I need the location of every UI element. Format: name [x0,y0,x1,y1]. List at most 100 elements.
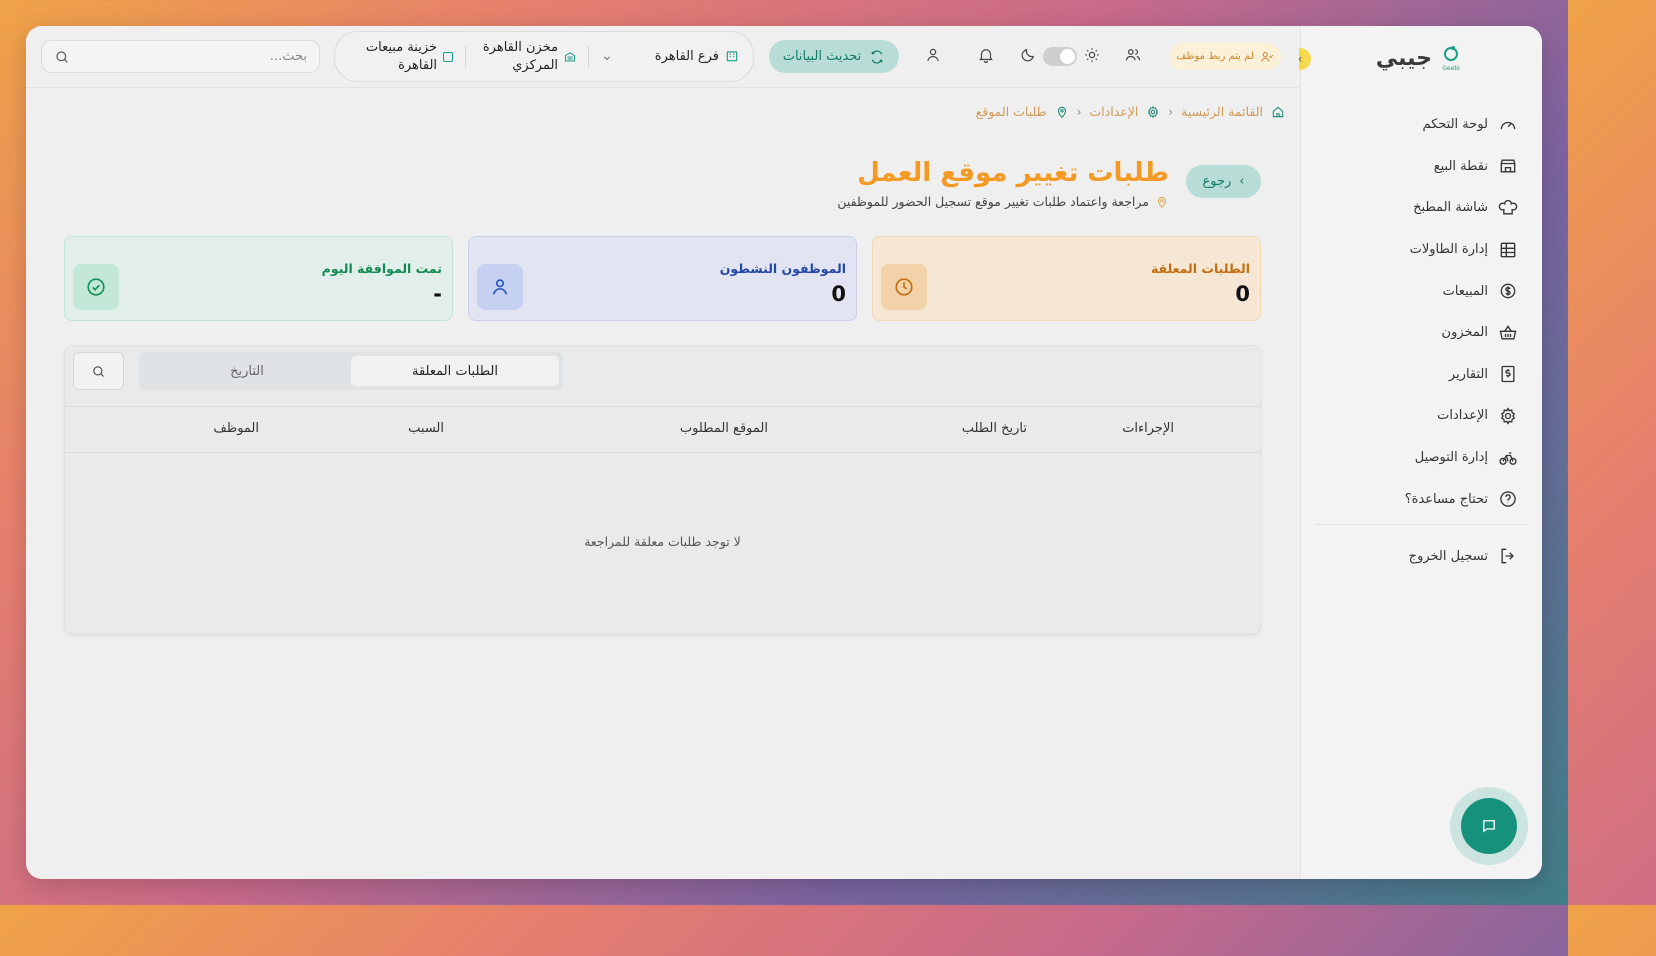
logout-button[interactable]: تسجيل الخروج [1409,546,1518,566]
tab-history[interactable]: التاريخ [143,356,351,386]
column-header-actions: الإجراءات [1122,421,1174,436]
chat-button[interactable] [1450,787,1528,865]
sidebar-item-help[interactable]: تحتاج مساعدة؟ [1318,478,1518,520]
logo-mark-icon: Geebi [1440,44,1462,72]
sidebar-item-dashboard[interactable]: لوحة التحكم [1318,104,1518,146]
user-check-icon [1261,51,1274,62]
chevron-right-icon: › [1239,174,1245,189]
refresh-data-button[interactable]: تحديث البيانات [769,40,899,73]
treasury-label: خزينة مبيعات القاهرة [365,39,438,73]
sidebar-item-label: إدارة الطاولات [1409,242,1488,258]
sidebar-item-label: المبيعات [1442,283,1488,299]
stat-card-pending: الطلبات المعلقة 0 [872,236,1261,321]
tab-pending-requests[interactable]: الطلبات المعلقة [351,356,559,386]
sidebar-item-reports[interactable]: التقارير [1318,354,1518,396]
context-selector: فرع القاهرة ⌄ مخزن القاهرة المركزي خزينة… [334,31,754,82]
chevron-left-icon: ‹ [1168,104,1174,119]
page-title: طلبات تغيير موقع العمل [857,158,1169,188]
column-header-requested-location: الموقع المطلوب [679,421,768,436]
panel-search-button[interactable] [73,352,124,390]
light-mode-button[interactable] [1083,46,1103,66]
app-logo: Geebi جيبي [1376,44,1462,73]
sidebar-item-sales[interactable]: المبيعات [1318,270,1518,312]
stat-value: - [433,282,442,306]
sidebar-item-label: لوحة التحكم [1422,117,1488,133]
branch-label: فرع القاهرة [654,48,719,64]
breadcrumb-home[interactable]: القائمة الرئيسية [1181,104,1263,119]
chevron-down-icon: ⌄ [601,48,613,65]
app-window: ‹ Geebi جيبي لوحة التحكم نقطة البيع شاشة… [26,26,1542,879]
column-header-employee: الموظف [213,421,259,436]
sidebar-item-label: نقطة البيع [1433,158,1488,174]
logout-icon [1501,548,1514,564]
map-pin-icon [1057,106,1066,118]
logout-label: تسجيل الخروج [1408,548,1488,564]
dark-mode-button[interactable] [1019,46,1039,66]
receipt-icon [1501,366,1515,383]
unlinked-employee-badge[interactable]: لم يتم ربط موظف [1169,43,1281,70]
stat-card-active: الموظفون النشطون 0 [468,236,857,321]
dollar-circle-icon [1500,283,1516,299]
main-content: القائمة الرئيسية ‹ الإعدادات ‹ طلبات الم… [26,88,1299,879]
empty-state-text: لا توجد طلبات معلقة للمراجعة [584,534,741,549]
sidebar-nav: لوحة التحكم نقطة البيع شاشة المطبخ إدارة… [1318,104,1518,520]
requests-panel: الطلبات المعلقة التاريخ الإجراءات تاريخ … [64,345,1261,634]
sidebar-item-label: المخزون [1441,325,1488,341]
tabs: الطلبات المعلقة التاريخ [139,352,563,390]
chat-button-inner [1461,798,1517,854]
employees-button[interactable] [1124,46,1144,66]
stat-value: 0 [831,282,846,306]
help-circle-icon [1500,491,1516,507]
user-icon [477,264,523,310]
users-icon [1125,49,1141,61]
sidebar-item-label: تحتاج مساعدة؟ [1404,491,1488,507]
bicycle-icon [1499,451,1517,465]
theme-toggle[interactable] [1043,47,1077,66]
clock-icon [881,264,927,310]
refresh-icon [872,49,883,64]
gear-icon [1500,407,1516,425]
stat-label: الطلبات المعلقة [1150,261,1250,276]
building-icon [726,51,738,62]
breadcrumb: القائمة الرئيسية ‹ الإعدادات ‹ طلبات الم… [976,104,1285,119]
chat-icon [1483,820,1495,833]
stat-label: تمت الموافقة اليوم [321,261,442,276]
notifications-button[interactable] [977,46,997,66]
wallet-icon [443,51,454,62]
sidebar-item-settings[interactable]: الإعدادات [1318,395,1518,437]
basket-icon [1499,324,1517,340]
gear-icon [1148,105,1159,118]
check-circle-icon [73,264,119,310]
sidebar-item-pos[interactable]: نقطة البيع [1318,146,1518,188]
sidebar-item-label: إدارة التوصيل [1414,450,1488,466]
breadcrumb-settings[interactable]: الإعدادات [1089,104,1138,119]
topbar: بحث... فرع القاهرة ⌄ مخزن القاهرة المركز… [26,26,1299,88]
search-placeholder: بحث... [269,49,307,64]
column-header-request-date: تاريخ الطلب [961,421,1027,436]
chevron-left-icon: ‹ [1076,104,1082,119]
back-button[interactable]: › رجوع [1186,165,1261,198]
gauge-icon [1500,121,1516,130]
profile-button[interactable] [924,46,944,66]
search-icon [56,50,68,63]
sidebar-item-label: شاشة المطبخ [1413,200,1488,216]
sidebar-item-tables[interactable]: إدارة الطاولات [1318,229,1518,271]
search-input[interactable]: بحث... [41,40,320,73]
sidebar-item-label: التقارير [1448,366,1488,382]
stat-card-approved: تمت الموافقة اليوم - [64,236,453,321]
table-header: الإجراءات تاريخ الطلب الموقع المطلوب الس… [65,406,1260,453]
warehouse-selector[interactable]: مخزن القاهرة المركزي [478,39,576,74]
branch-selector[interactable]: فرع القاهرة ⌄ [601,47,739,66]
refresh-label: تحديث البيانات [782,49,862,64]
map-pin-icon [1157,196,1167,208]
sidebar-item-inventory[interactable]: المخزون [1318,312,1518,354]
table-grid-icon [1500,242,1516,257]
svg-text:Geebi: Geebi [1442,65,1460,72]
breadcrumb-current: طلبات الموقع [975,104,1047,119]
sidebar-item-kitchen[interactable]: شاشة المطبخ [1318,187,1518,229]
sidebar-item-delivery[interactable]: إدارة التوصيل [1318,437,1518,479]
warehouse-label: مخزن القاهرة المركزي [482,39,559,73]
home-icon [1272,106,1284,117]
page-subtitle-text: مراجعة واعتماد طلبات تغيير موقع تسجيل ال… [837,194,1149,209]
treasury-selector[interactable]: خزينة مبيعات القاهرة [357,39,454,74]
